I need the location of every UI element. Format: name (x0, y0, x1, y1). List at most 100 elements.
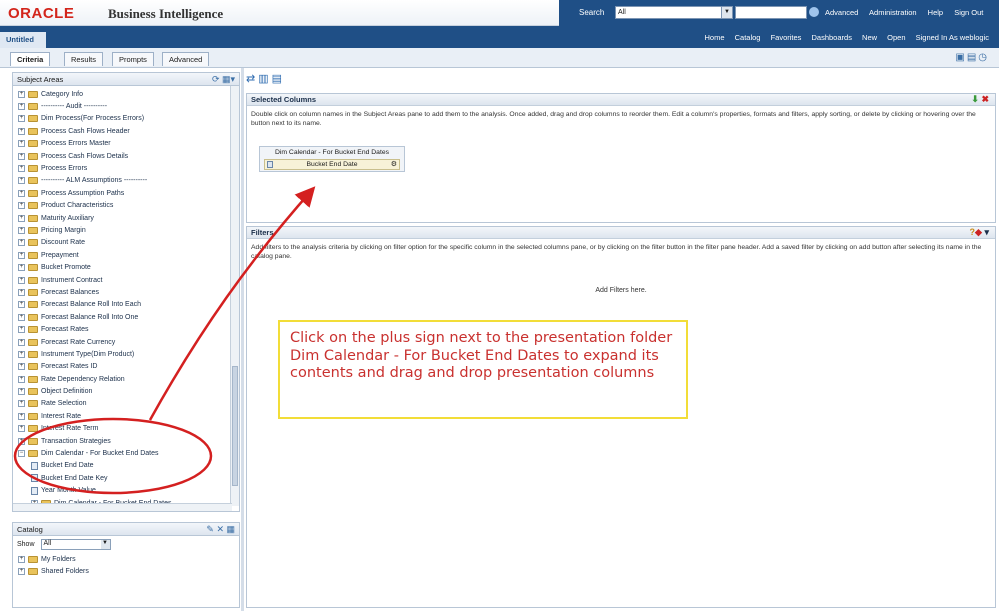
tree-item[interactable]: + Maturity Auxiliary (17, 212, 235, 224)
expand-plus-icon[interactable]: + (18, 301, 25, 309)
tree-item[interactable]: + Product Characteristics (17, 200, 235, 212)
tab-results[interactable]: Results (64, 52, 104, 66)
tree-item[interactable]: + Interest Rate Term (17, 423, 235, 435)
column-options-icon[interactable]: ⚙ (391, 160, 397, 169)
expand-plus-icon[interactable]: + (18, 412, 25, 420)
tree-item[interactable]: + Process Errors Master (17, 138, 235, 150)
selected-columns-actions[interactable]: ⬇ ✖ (971, 94, 989, 105)
tree-item[interactable]: + Discount Rate (17, 237, 235, 249)
criteria-toolbar[interactable]: ⇄▥▤ (246, 72, 406, 90)
expand-plus-icon[interactable]: + (18, 400, 25, 408)
expand-plus-icon[interactable]: + (18, 375, 25, 383)
signed-in-user-menu[interactable]: Signed In As weblogic (916, 33, 989, 42)
tree-item[interactable]: Bucket End Date (17, 460, 235, 472)
tree-item[interactable]: + Bucket Promote (17, 261, 235, 273)
tab-criteria[interactable]: Criteria (10, 52, 51, 66)
catalog-item-label: My Folders (41, 555, 76, 563)
tree-item[interactable]: + Process Assumption Paths (17, 187, 235, 199)
catalog-item-shared-folders[interactable]: + Shared Folders (13, 565, 239, 577)
tree-item[interactable]: + Pricing Margin (17, 224, 235, 236)
tree-item[interactable]: + Forecast Balance Roll Into Each (17, 299, 235, 311)
tree-item[interactable]: + Rate Selection (17, 398, 235, 410)
expand-plus-icon[interactable]: + (18, 313, 25, 321)
tree-item[interactable]: + Dim Process(For Process Errors) (17, 113, 235, 125)
search-scope-select[interactable]: All ▼ (615, 6, 733, 19)
collapse-minus-icon[interactable]: − (18, 450, 25, 458)
tree-item[interactable]: + Object Definition (17, 385, 235, 397)
catalog-actions[interactable]: ✎ ✕ ▦ (206, 524, 235, 535)
new-menu[interactable]: New (862, 33, 877, 42)
document-tab[interactable]: Untitled (0, 32, 46, 48)
tree-item[interactable]: + Category Info (17, 88, 235, 100)
catalog-show-select[interactable]: All ▼ (40, 539, 111, 550)
expand-plus-icon[interactable]: + (18, 189, 25, 197)
expand-plus-icon[interactable]: + (18, 326, 25, 334)
expand-plus-icon[interactable]: + (18, 388, 25, 396)
expand-plus-icon[interactable]: + (18, 350, 25, 358)
expand-plus-icon[interactable]: + (18, 226, 25, 234)
expand-plus-icon[interactable]: + (18, 264, 25, 272)
expand-plus-icon[interactable]: + (18, 90, 25, 98)
expand-plus-icon[interactable]: + (18, 568, 25, 576)
tree-item[interactable]: + Rate Dependency Relation (17, 373, 235, 385)
tab-advanced[interactable]: Advanced (162, 52, 210, 66)
expand-plus-icon[interactable]: + (18, 115, 25, 123)
filters-actions[interactable]: ?◆ ▾ (970, 227, 989, 238)
administration-link[interactable]: Administration (869, 8, 917, 17)
tree-item[interactable]: + Interest Rate (17, 410, 235, 422)
expand-plus-icon[interactable]: + (18, 555, 25, 563)
tree-horizontal-scrollbar[interactable] (13, 503, 232, 511)
tree-item[interactable]: + Prepayment (17, 249, 235, 261)
expand-plus-icon[interactable]: + (18, 202, 25, 210)
expand-plus-icon[interactable]: + (18, 177, 25, 185)
expand-plus-icon[interactable]: + (18, 140, 25, 148)
tree-vertical-scrollbar[interactable] (230, 86, 239, 506)
scrollbar-thumb[interactable] (232, 366, 238, 486)
tree-item[interactable]: + ---------- Audit ---------- (17, 100, 235, 112)
tab-prompts[interactable]: Prompts (112, 52, 154, 66)
selected-column-bucket-end-date[interactable]: Bucket End Date ⚙ (264, 159, 400, 170)
catalog-item-my-folders[interactable]: + My Folders (13, 553, 239, 565)
advanced-link[interactable]: Advanced (825, 8, 858, 17)
subject-areas-actions[interactable]: ⟳ ▦▾ (212, 74, 235, 85)
tree-item[interactable]: + Instrument Contract (17, 274, 235, 286)
tree-item[interactable]: − Dim Calendar - For Bucket End Dates (17, 447, 235, 459)
expand-plus-icon[interactable]: + (18, 152, 25, 160)
tree-item[interactable]: Bucket End Date Key (17, 472, 235, 484)
sign-out-link[interactable]: Sign Out (954, 8, 983, 17)
tree-item[interactable]: + Forecast Balance Roll Into One (17, 311, 235, 323)
tree-item[interactable]: + Process Cash Flows Header (17, 125, 235, 137)
expand-plus-icon[interactable]: + (18, 288, 25, 296)
tree-item[interactable]: + Forecast Rate Currency (17, 336, 235, 348)
tree-item[interactable]: + Process Errors (17, 162, 235, 174)
pane-splitter[interactable] (241, 68, 244, 611)
tree-item[interactable]: Year Month Value (17, 485, 235, 497)
expand-plus-icon[interactable]: + (18, 127, 25, 135)
expand-plus-icon[interactable]: + (18, 363, 25, 371)
editor-toolbar-icons[interactable]: ▣▤◷ (955, 52, 989, 63)
expand-plus-icon[interactable]: + (18, 103, 25, 111)
tree-item[interactable]: + Transaction Strategies (17, 435, 235, 447)
expand-plus-icon[interactable]: + (18, 214, 25, 222)
catalog-link[interactable]: Catalog (735, 33, 761, 42)
home-link[interactable]: Home (705, 33, 725, 42)
open-menu[interactable]: Open (887, 33, 905, 42)
search-go-icon[interactable] (809, 7, 819, 17)
dashboards-menu[interactable]: Dashboards (812, 33, 852, 42)
expand-plus-icon[interactable]: + (18, 437, 25, 445)
tree-item[interactable]: + Forecast Rates ID (17, 361, 235, 373)
expand-plus-icon[interactable]: + (18, 338, 25, 346)
tree-item[interactable]: + Instrument Type(Dim Product) (17, 348, 235, 360)
expand-plus-icon[interactable]: + (18, 239, 25, 247)
help-menu[interactable]: Help (928, 8, 943, 17)
expand-plus-icon[interactable]: + (18, 251, 25, 259)
tree-item[interactable]: + Forecast Balances (17, 286, 235, 298)
expand-plus-icon[interactable]: + (18, 276, 25, 284)
favorites-menu[interactable]: Favorites (771, 33, 802, 42)
expand-plus-icon[interactable]: + (18, 165, 25, 173)
search-input[interactable] (735, 6, 807, 19)
tree-item[interactable]: + Process Cash Flows Details (17, 150, 235, 162)
expand-plus-icon[interactable]: + (18, 425, 25, 433)
tree-item[interactable]: + ---------- ALM Assumptions ---------- (17, 175, 235, 187)
tree-item[interactable]: + Forecast Rates (17, 323, 235, 335)
